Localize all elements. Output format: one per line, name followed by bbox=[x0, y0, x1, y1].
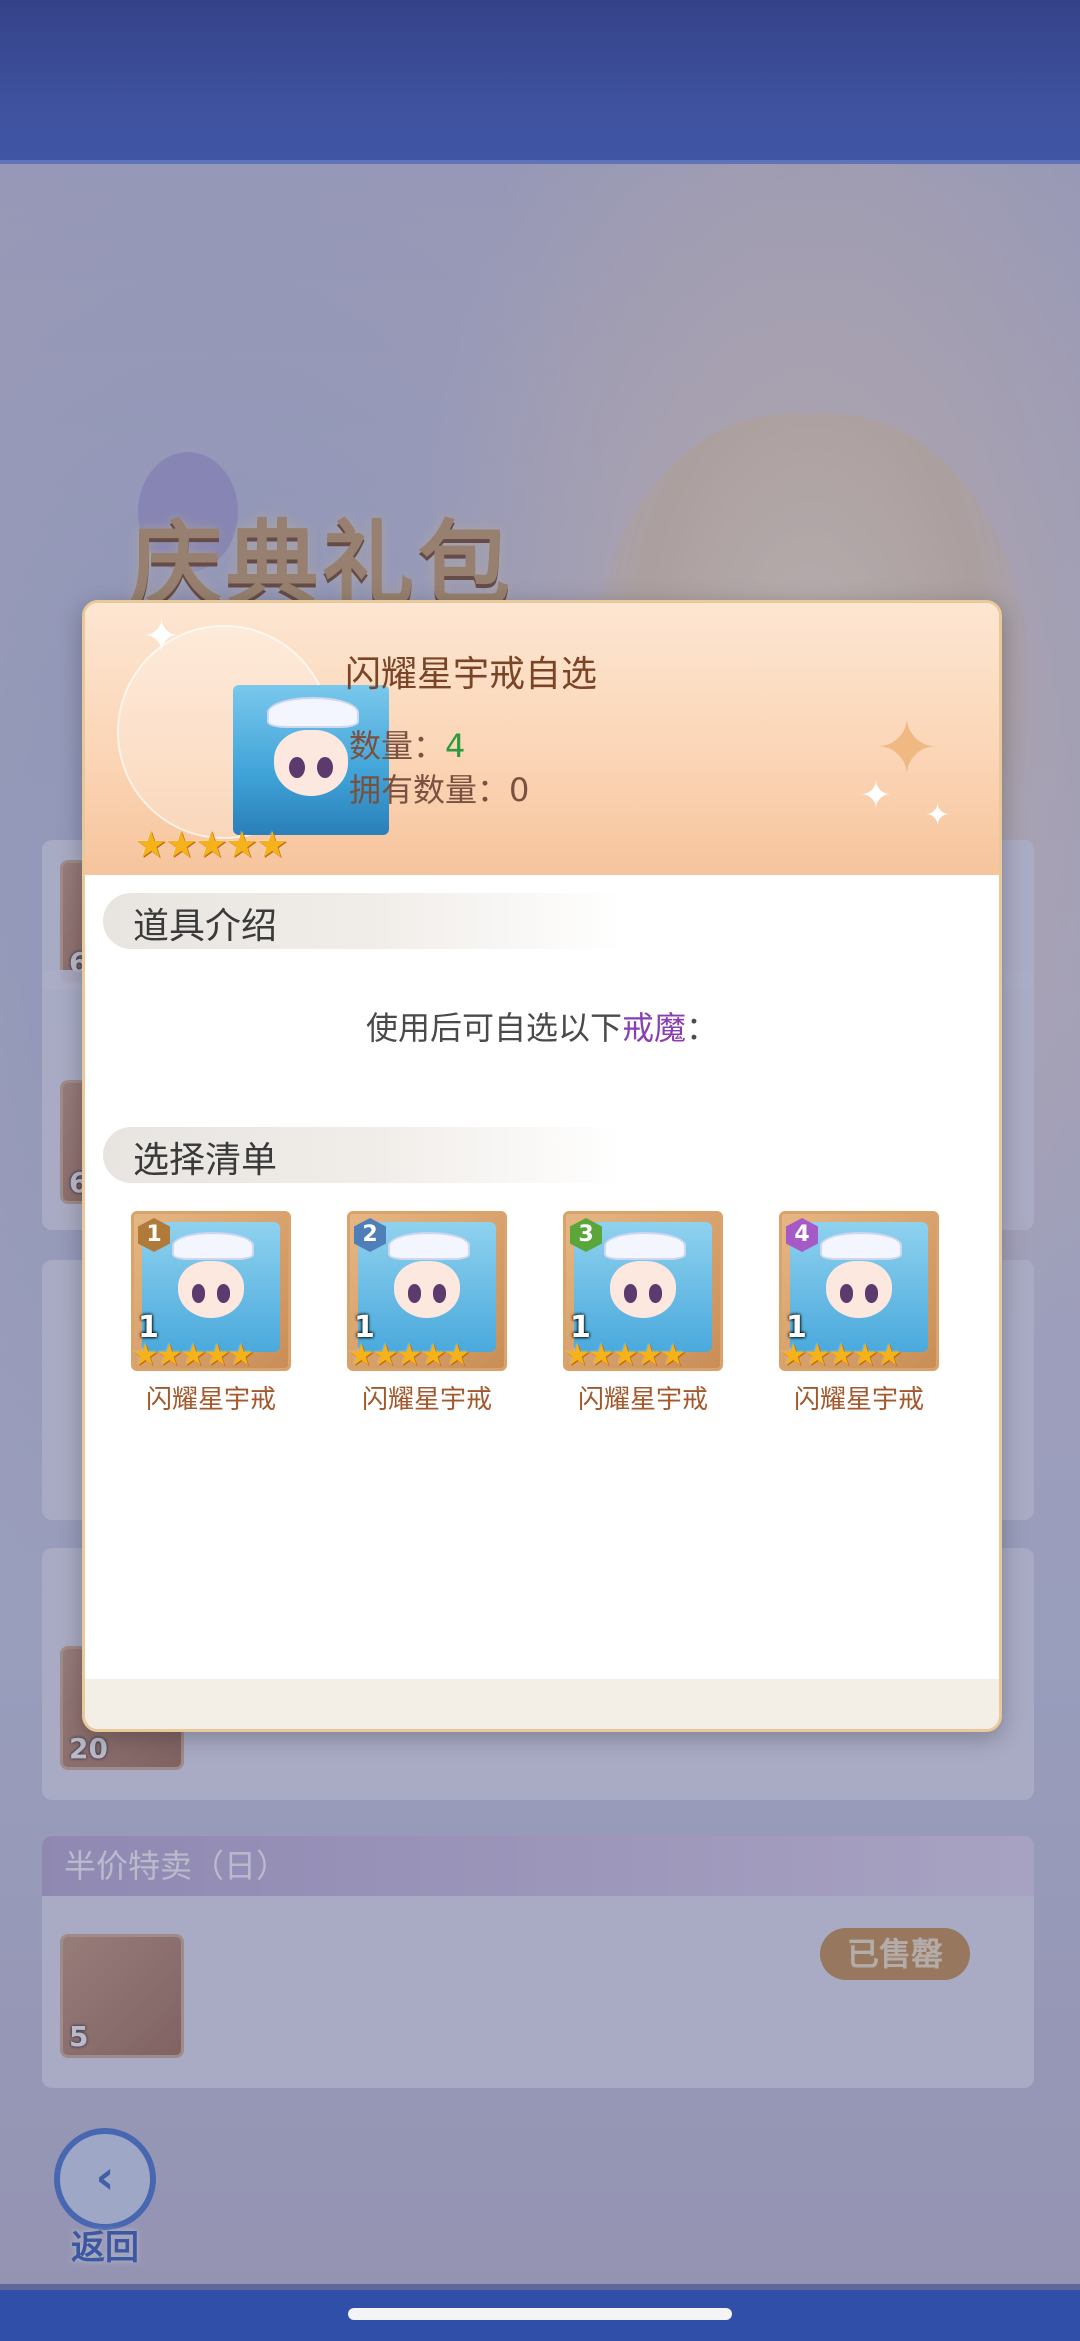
owned-label: 拥有数量： bbox=[349, 771, 510, 809]
item-description: 使用后可自选以下戒魔： bbox=[365, 1009, 719, 1047]
choice-name: 闪耀星宇戒 bbox=[577, 1385, 708, 1415]
choice-item[interactable]: 4 1 ★ ★ ★ ★ ★ 闪耀星宇戒 bbox=[779, 1211, 939, 1416]
section-title: 道具介绍 bbox=[133, 906, 278, 947]
choice-item[interactable]: 2 1 ★ ★ ★ ★ ★ 闪耀星宇戒 bbox=[347, 1211, 507, 1416]
quantity-row: 数量：4 bbox=[349, 721, 465, 767]
choice-name: 闪耀星宇戒 bbox=[793, 1385, 924, 1415]
choice-name: 闪耀星宇戒 bbox=[145, 1385, 276, 1415]
modal-footer bbox=[85, 1679, 999, 1729]
modal-header: ✦ ✦ ✦ ✦ ★ ★ ★ ★ ★ 闪耀星宇戒自选 数量：4 拥有数量：0 bbox=[85, 603, 999, 875]
choice-icon-frame[interactable]: 4 1 ★ ★ ★ ★ ★ bbox=[779, 1211, 939, 1373]
star-icon: ★ bbox=[256, 825, 288, 866]
quantity-value: 4 bbox=[445, 727, 466, 765]
owned-row: 拥有数量：0 bbox=[349, 765, 529, 811]
home-indicator[interactable] bbox=[348, 2308, 732, 2320]
quantity-label: 数量： bbox=[349, 727, 446, 765]
choice-item[interactable]: 1 1 ★ ★ ★ ★ ★ 闪耀星宇戒 bbox=[131, 1211, 291, 1416]
item-title: 闪耀星宇戒自选 bbox=[345, 654, 598, 695]
star-icon: ★ bbox=[135, 825, 167, 866]
item-detail-modal: ✦ ✦ ✦ ✦ ★ ★ ★ ★ ★ 闪耀星宇戒自选 数量：4 拥有数量：0 道具介绍 使… bbox=[82, 600, 1002, 1732]
item-rarity-stars: ★ ★ ★ ★ ★ bbox=[135, 825, 288, 866]
choice-name: 闪耀星宇戒 bbox=[361, 1385, 492, 1415]
description-highlight: 戒魔 bbox=[621, 1009, 686, 1047]
choice-icon-frame[interactable]: 3 1 ★ ★ ★ ★ ★ bbox=[563, 1211, 723, 1373]
choice-stars: ★ ★ ★ ★ ★ bbox=[348, 1338, 471, 1373]
owned-value: 0 bbox=[509, 771, 530, 809]
section-header-list: 选择清单 bbox=[103, 1127, 623, 1183]
choice-stars: ★ ★ ★ ★ ★ bbox=[132, 1338, 255, 1373]
choice-stars: ★ ★ ★ ★ ★ bbox=[564, 1338, 687, 1373]
section-title: 选择清单 bbox=[133, 1140, 278, 1181]
sparkle-icon: ✦ bbox=[925, 798, 951, 833]
star-icon: ★ bbox=[195, 825, 228, 866]
star-icon: ★ bbox=[165, 825, 197, 866]
choice-item[interactable]: 3 1 ★ ★ ★ ★ ★ 闪耀星宇戒 bbox=[563, 1211, 723, 1416]
sparkle-icon: ✦ bbox=[860, 773, 892, 817]
choice-stars: ★ ★ ★ ★ ★ bbox=[780, 1338, 903, 1373]
section-header-intro: 道具介绍 bbox=[103, 893, 623, 949]
choice-icon-frame[interactable]: 1 1 ★ ★ ★ ★ ★ bbox=[131, 1211, 291, 1373]
choice-icon-frame[interactable]: 2 1 ★ ★ ★ ★ ★ bbox=[347, 1211, 507, 1373]
star-icon: ★ bbox=[225, 825, 258, 866]
